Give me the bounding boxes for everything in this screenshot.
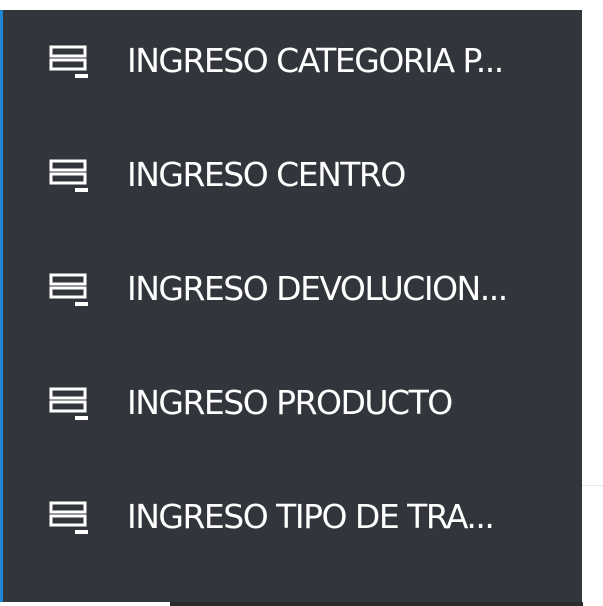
bottom-scrollbar-track: [170, 602, 583, 606]
form-icon: [48, 387, 94, 423]
menu-item-label: INGRESO TIPO DE TRA...: [127, 497, 495, 536]
menu-item-label: INGRESO DEVOLUCION...: [127, 269, 508, 308]
menu-item-ingreso-tipo-de-transaccion[interactable]: INGRESO TIPO DE TRA...: [3, 488, 582, 548]
background-divider: [582, 485, 603, 486]
menu-item-ingreso-producto[interactable]: INGRESO PRODUCTO: [3, 374, 582, 434]
menu-item-label: INGRESO CATEGORIA P...: [127, 41, 504, 80]
menu-item-label: INGRESO PRODUCTO: [127, 383, 453, 422]
form-icon: [48, 159, 94, 195]
screen: INGRESO CATEGORIA P... INGRESO CENTRO IN…: [0, 0, 603, 606]
menu-item-ingreso-devolucion[interactable]: INGRESO DEVOLUCION...: [3, 260, 582, 320]
dropdown-menu-panel: INGRESO CATEGORIA P... INGRESO CENTRO IN…: [0, 10, 582, 602]
form-icon: [48, 501, 94, 537]
form-icon: [48, 45, 94, 81]
form-icon: [48, 273, 94, 309]
menu-item-ingreso-centro[interactable]: INGRESO CENTRO: [3, 146, 582, 206]
menu-item-label: INGRESO CENTRO: [127, 155, 406, 194]
menu-item-ingreso-categoria[interactable]: INGRESO CATEGORIA P...: [3, 32, 582, 92]
